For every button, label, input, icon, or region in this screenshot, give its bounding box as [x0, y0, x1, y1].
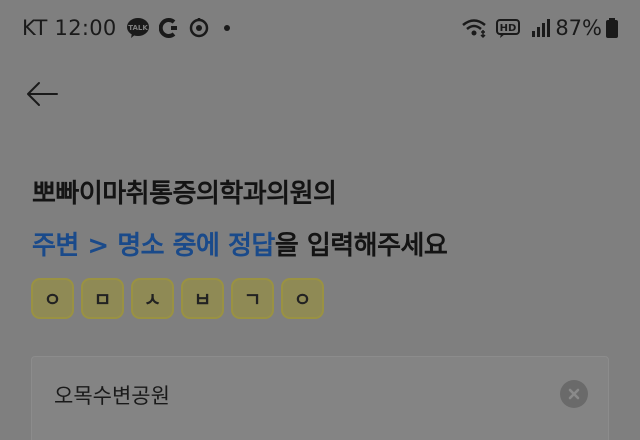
- hd-voice-icon: HD: [496, 17, 522, 39]
- dot-icon: [223, 25, 230, 31]
- clear-button[interactable]: [560, 380, 588, 408]
- carrier-time: KT 12:00: [22, 16, 117, 40]
- question-accent: 주변 > 명소 중에 정답: [32, 231, 275, 261]
- hint-tile: ㅅ: [131, 278, 174, 319]
- wifi-icon: [461, 17, 487, 39]
- answer-box: [31, 356, 609, 440]
- app-c-icon: [158, 18, 179, 38]
- answer-input[interactable]: [54, 377, 534, 413]
- back-button[interactable]: [20, 74, 64, 118]
- hint-tile: ㅂ: [181, 278, 224, 319]
- question-line-2-rest: 을 입력해주세요: [274, 231, 448, 261]
- status-right: HD 87%: [452, 16, 618, 40]
- status-bar: KT 12:00 TALK HD 87%: [0, 0, 640, 56]
- hint-tile: ㅇ: [31, 278, 74, 319]
- battery-icon: [606, 17, 618, 39]
- arrow-left-icon: [25, 81, 59, 111]
- clear-x-icon: [568, 385, 580, 404]
- status-left: KT 12:00 TALK: [22, 16, 230, 40]
- question-line-2: 주변 > 명소 중에 정답을 입력해주세요: [32, 220, 612, 272]
- target-icon: [188, 17, 210, 39]
- talk-badge-text: TALK: [128, 24, 148, 32]
- battery-percent: 87%: [555, 16, 602, 40]
- kakaotalk-icon: TALK: [126, 17, 150, 39]
- hint-tile: ㄱ: [231, 278, 274, 319]
- hint-tiles: ㅇ ㅁ ㅅ ㅂ ㄱ ㅇ: [31, 278, 331, 319]
- hd-badge-text: HD: [500, 23, 517, 34]
- hint-tile: ㅁ: [81, 278, 124, 319]
- question-title: 뽀빠이마취통증의학과의원의 주변 > 명소 중에 정답을 입력해주세요: [32, 168, 612, 272]
- hint-tile: ㅇ: [281, 278, 324, 319]
- question-line-1: 뽀빠이마취통증의학과의원의: [32, 179, 337, 209]
- signal-icon: [531, 18, 551, 38]
